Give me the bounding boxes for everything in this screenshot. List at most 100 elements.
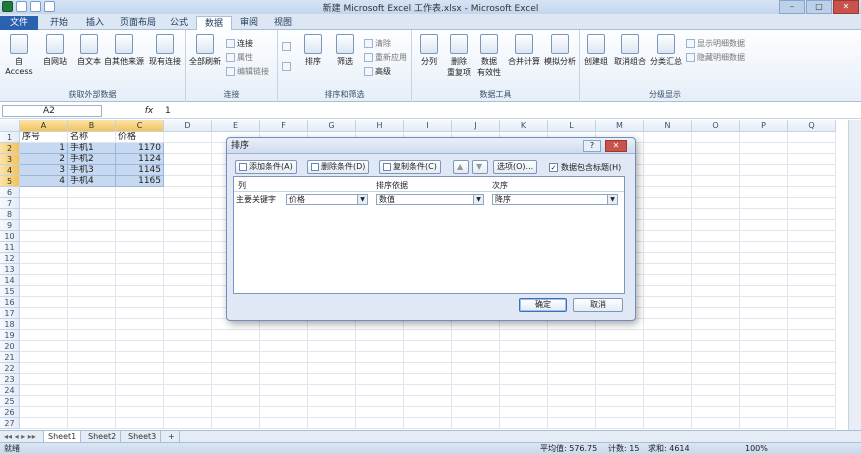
table-data-cell[interactable]: 1170 xyxy=(116,143,164,154)
row-header-24[interactable]: 24 xyxy=(0,385,20,396)
cell[interactable] xyxy=(212,407,260,418)
cell[interactable] xyxy=(740,143,788,154)
cell[interactable] xyxy=(116,352,164,363)
table-data-cell[interactable]: 3 xyxy=(20,165,68,176)
clear-button[interactable]: 清除 xyxy=(364,38,391,49)
sort-desc-button[interactable] xyxy=(282,62,291,71)
maximize-button[interactable]: □ xyxy=(806,0,832,14)
cell[interactable] xyxy=(308,363,356,374)
row-header-18[interactable]: 18 xyxy=(0,319,20,330)
cell[interactable] xyxy=(692,385,740,396)
cell[interactable] xyxy=(164,330,212,341)
cell[interactable] xyxy=(740,132,788,143)
table-data-cell[interactable]: 1124 xyxy=(116,154,164,165)
dialog-close-button[interactable]: ✕ xyxy=(605,140,627,152)
cell[interactable] xyxy=(116,209,164,220)
table-data-cell[interactable]: 手机4 xyxy=(68,176,116,187)
consolidate-button[interactable]: 合并计算 xyxy=(506,34,542,67)
cell[interactable] xyxy=(20,341,68,352)
show-detail-button[interactable]: 显示明细数据 xyxy=(686,38,745,49)
cell[interactable] xyxy=(644,176,692,187)
cell[interactable] xyxy=(644,352,692,363)
cell[interactable] xyxy=(788,286,836,297)
cell[interactable] xyxy=(164,363,212,374)
row-header-26[interactable]: 26 xyxy=(0,407,20,418)
row-header-19[interactable]: 19 xyxy=(0,330,20,341)
cell[interactable] xyxy=(500,363,548,374)
cell[interactable] xyxy=(692,253,740,264)
cell[interactable] xyxy=(260,385,308,396)
zoom-level[interactable]: 100% xyxy=(745,443,768,454)
cell[interactable] xyxy=(116,330,164,341)
table-data-cell[interactable]: 1165 xyxy=(116,176,164,187)
cell[interactable] xyxy=(260,330,308,341)
cell[interactable] xyxy=(404,407,452,418)
cell[interactable] xyxy=(692,143,740,154)
close-button[interactable]: ✕ xyxy=(833,0,859,14)
cell[interactable] xyxy=(692,396,740,407)
order-select[interactable]: 降序 ▼ xyxy=(492,194,618,205)
table-data-cell[interactable]: 2 xyxy=(20,154,68,165)
cell[interactable] xyxy=(788,198,836,209)
cell[interactable] xyxy=(404,385,452,396)
cell[interactable] xyxy=(788,231,836,242)
cell[interactable] xyxy=(644,154,692,165)
cell[interactable] xyxy=(788,407,836,418)
cell[interactable] xyxy=(68,341,116,352)
cell[interactable] xyxy=(644,341,692,352)
cell[interactable] xyxy=(740,275,788,286)
cell[interactable] xyxy=(212,352,260,363)
cell[interactable] xyxy=(596,374,644,385)
cell[interactable] xyxy=(548,352,596,363)
cell[interactable] xyxy=(20,385,68,396)
cell[interactable] xyxy=(788,363,836,374)
cell[interactable] xyxy=(20,297,68,308)
row-header-21[interactable]: 21 xyxy=(0,352,20,363)
cell[interactable] xyxy=(164,132,212,143)
cell[interactable] xyxy=(308,374,356,385)
cell[interactable] xyxy=(356,407,404,418)
cell[interactable] xyxy=(452,352,500,363)
help-button[interactable]: ? xyxy=(583,140,601,152)
row-header-7[interactable]: 7 xyxy=(0,198,20,209)
cell[interactable] xyxy=(356,418,404,429)
cell[interactable] xyxy=(644,418,692,429)
cell[interactable] xyxy=(164,286,212,297)
row-header-13[interactable]: 13 xyxy=(0,264,20,275)
cell[interactable] xyxy=(548,407,596,418)
cell[interactable] xyxy=(692,374,740,385)
connections-button[interactable]: 连接 xyxy=(226,38,253,49)
cell[interactable] xyxy=(740,264,788,275)
name-box[interactable]: A2 xyxy=(2,105,102,117)
cell[interactable] xyxy=(740,286,788,297)
cell[interactable] xyxy=(500,407,548,418)
advanced-button[interactable]: 高级 xyxy=(364,66,391,77)
cell[interactable] xyxy=(116,253,164,264)
cell[interactable] xyxy=(20,407,68,418)
cell[interactable] xyxy=(692,407,740,418)
cell[interactable] xyxy=(452,385,500,396)
cell[interactable] xyxy=(740,319,788,330)
ok-button[interactable]: 确定 xyxy=(519,298,567,312)
sort-asc-button[interactable] xyxy=(282,42,291,51)
cell[interactable] xyxy=(692,220,740,231)
cell[interactable] xyxy=(788,374,836,385)
cell[interactable] xyxy=(692,242,740,253)
tab-home[interactable]: 开始 xyxy=(42,16,76,30)
cell[interactable] xyxy=(20,363,68,374)
cell[interactable] xyxy=(164,396,212,407)
cell[interactable] xyxy=(68,220,116,231)
from-web-button[interactable]: 自网站 xyxy=(38,34,72,67)
column-header-p[interactable]: P xyxy=(740,120,788,132)
cell[interactable] xyxy=(116,308,164,319)
text-to-columns-button[interactable]: 分列 xyxy=(414,34,444,67)
cell[interactable] xyxy=(356,352,404,363)
cell[interactable] xyxy=(500,341,548,352)
tab-insert[interactable]: 插入 xyxy=(78,16,112,30)
from-other-sources-button[interactable]: 自其他来源 xyxy=(104,34,144,67)
cell[interactable] xyxy=(116,286,164,297)
column-header-d[interactable]: D xyxy=(164,120,212,132)
row-header-2[interactable]: 2 xyxy=(0,143,20,154)
cell[interactable] xyxy=(116,275,164,286)
cell[interactable] xyxy=(164,341,212,352)
